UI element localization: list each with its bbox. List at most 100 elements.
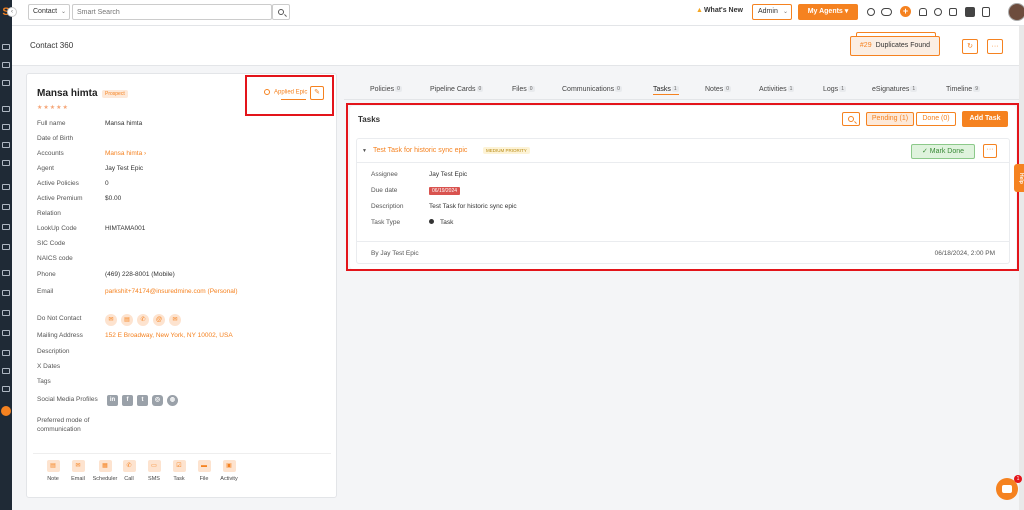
tab-timeline[interactable]: Timeline 9 [946, 86, 980, 93]
contacts-icon[interactable] [2, 62, 10, 68]
left-sidebar: S [0, 0, 12, 510]
tab-count: 1 [787, 86, 795, 92]
settings-icon[interactable] [2, 330, 10, 336]
tab-policies[interactable]: Policies 0 [370, 86, 402, 93]
chevron-down-icon: ⌄ [782, 9, 788, 15]
globe-icon[interactable]: ◍ [167, 395, 178, 406]
dnc-email-icon[interactable]: ✉ [105, 314, 117, 326]
action-label: Activity [220, 476, 238, 482]
my-agents-button[interactable]: My Agents ▾ [798, 4, 858, 20]
scrollbar[interactable] [1019, 26, 1024, 510]
dashboard-icon[interactable] [2, 44, 10, 50]
action-task[interactable]: ☑ Task [165, 460, 193, 482]
sidebar-toggle-icon[interactable]: ‹ [7, 7, 17, 17]
tab-label: Pipeline Cards [430, 86, 476, 93]
phone-value[interactable]: (469) 228-8001 (Mobile) [105, 271, 175, 278]
clock-icon[interactable] [934, 8, 942, 16]
dnc-chat-icon[interactable]: ▤ [121, 314, 133, 326]
inbox-icon[interactable] [2, 204, 10, 210]
bell-icon[interactable] [919, 8, 927, 16]
tab-count: 9 [973, 86, 980, 92]
tab-count: 0 [476, 86, 484, 92]
facebook-icon[interactable]: f [122, 395, 133, 406]
tag-icon[interactable] [2, 386, 10, 392]
list-icon[interactable] [2, 160, 10, 166]
field-label: Relation [37, 210, 61, 217]
quick-actions-bar: ▤ Note ✉ Email ▦ Scheduler ✆ Call ▭ SMS ☑ Task… [33, 453, 331, 489]
filter-icon[interactable] [2, 142, 10, 148]
entity-select[interactable]: Contact ⌄ [28, 4, 70, 20]
document-icon[interactable] [2, 310, 10, 316]
sync-button[interactable]: ↻ [962, 39, 978, 54]
duplicates-found-button[interactable]: #29 Duplicates Found [850, 36, 940, 56]
tab-notes[interactable]: Notes 0 [705, 86, 732, 93]
action-label: Email [71, 476, 85, 482]
field-label: X Dates [37, 363, 61, 370]
address-link[interactable]: 152 E Broadway, New York, NY 10002, USA [105, 332, 233, 339]
field-label: Social Media Profiles [37, 396, 98, 403]
accounts-icon[interactable] [2, 80, 10, 86]
email-link[interactable]: parkshit+74174@insuredmine.com (Personal… [105, 288, 238, 295]
more-icon: ··· [991, 43, 999, 50]
field-value: Jay Test Epic [105, 165, 144, 172]
entity-select-value: Contact [33, 8, 58, 15]
email-icon: ✉ [71, 460, 85, 472]
calendar-icon[interactable] [2, 290, 10, 296]
megaphone-icon[interactable] [2, 184, 10, 190]
phone-icon[interactable] [949, 8, 957, 16]
clipboard-icon[interactable] [982, 7, 990, 17]
action-file[interactable]: ▬ File [190, 460, 218, 482]
help-tab[interactable]: Help [1014, 164, 1024, 192]
top-bar: Contact ⌄ ▲What's New Admin ⌄ My Agents … [12, 0, 1024, 26]
action-call[interactable]: ✆ Call [115, 460, 143, 482]
smart-search-input[interactable] [72, 4, 272, 20]
field-label: Mailing Address [37, 332, 83, 339]
tab-label: Notes [705, 86, 724, 93]
chat-icon[interactable] [2, 244, 10, 250]
rating-stars[interactable]: ★★★★★ [37, 104, 69, 111]
duplicates-count: #29 [859, 42, 872, 49]
action-activity[interactable]: ▣ Activity [215, 460, 243, 482]
instagram-icon[interactable]: ◎ [152, 395, 163, 406]
field-value: 0 [105, 180, 109, 187]
tab-activities[interactable]: Activities 1 [759, 86, 795, 93]
search-button[interactable] [272, 4, 290, 20]
cloud-icon[interactable] [881, 8, 892, 16]
chip-icon[interactable] [965, 7, 975, 17]
action-sms[interactable]: ▭ SMS [140, 460, 168, 482]
dnc-phone-icon[interactable]: ✆ [137, 314, 149, 326]
tab-communications[interactable]: Communications 0 [562, 86, 622, 93]
tab-logs[interactable]: Logs 1 [823, 86, 846, 93]
tab-files[interactable]: Files 0 [512, 86, 535, 93]
tab-label: Policies [370, 86, 395, 93]
sms-icon: ▭ [147, 460, 161, 472]
action-note[interactable]: ▤ Note [39, 460, 67, 482]
whats-new-link[interactable]: ▲What's New [696, 7, 743, 14]
account-link[interactable]: Mansa himta › [105, 150, 146, 157]
briefcase-icon[interactable] [2, 124, 10, 130]
more-options-button[interactable]: ··· [987, 39, 1003, 54]
avatar[interactable] [1008, 3, 1024, 21]
linkedin-icon[interactable]: in [107, 395, 118, 406]
twitter-icon[interactable]: t [137, 395, 148, 406]
tab-label: eSignatures [872, 86, 910, 93]
role-select[interactable]: Admin ⌄ [752, 4, 792, 20]
chart-icon[interactable] [2, 368, 10, 374]
home-icon[interactable] [2, 106, 10, 112]
dnc-letter-icon[interactable]: ✉ [169, 314, 181, 326]
active-nav-icon[interactable] [1, 406, 11, 416]
tab-pipeline-cards[interactable]: Pipeline Cards 0 [430, 86, 484, 93]
dnc-mail-icon[interactable]: @ [153, 314, 165, 326]
add-icon[interactable]: + [900, 6, 911, 17]
action-label: Call [124, 476, 134, 482]
refresh-icon[interactable] [867, 8, 875, 16]
menu-icon[interactable] [2, 350, 10, 356]
report-icon[interactable] [2, 270, 10, 276]
field-label: Active Premium [37, 195, 83, 202]
action-email[interactable]: ✉ Email [64, 460, 92, 482]
tab-label: Timeline [946, 86, 973, 93]
tab-tasks[interactable]: Tasks 1 [653, 86, 679, 95]
highlight-box-tasks [346, 103, 1019, 271]
tab-esignatures[interactable]: eSignatures 1 [872, 86, 918, 93]
phone-icon[interactable] [2, 224, 10, 230]
